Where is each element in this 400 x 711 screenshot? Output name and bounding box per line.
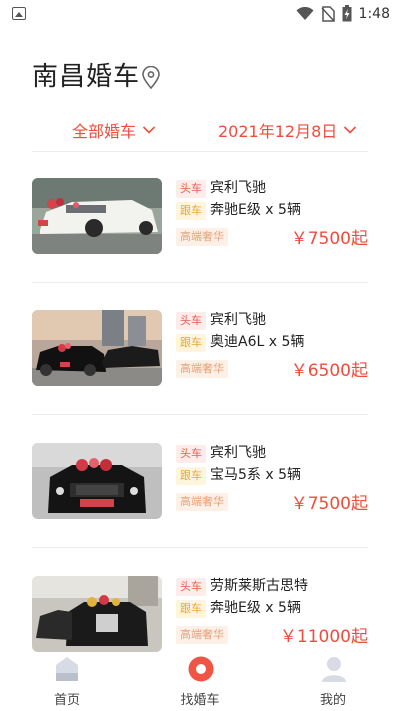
chevron-down-icon xyxy=(142,126,156,134)
car-listing-card[interactable]: 头车 宾利飞驰 跟车 奥迪A6L x 5辆 高端奢华 ￥6500起 xyxy=(32,310,368,386)
price: ￥7500起 xyxy=(290,229,368,249)
follow-car-name: 奔驰E级 x 5辆 xyxy=(210,202,301,218)
price: ￥6500起 xyxy=(290,361,368,381)
divider xyxy=(32,282,368,283)
tab-profile[interactable]: 我的 xyxy=(293,653,373,711)
level-tag: 高端奢华 xyxy=(176,626,228,644)
date-filter-label: 2021年12月8日 xyxy=(218,122,338,141)
head-car-name: 宾利飞驰 xyxy=(210,312,266,328)
follow-car-tag: 跟车 xyxy=(176,467,206,485)
level-tag: 高端奢华 xyxy=(176,228,228,246)
status-time: 1:48 xyxy=(358,5,390,22)
car-listing-card[interactable]: 头车 劳斯莱斯古思特 跟车 奔驰E级 x 5辆 高端奢华 ￥11000起 xyxy=(32,576,368,652)
follow-car-name: 奔驰E级 x 5辆 xyxy=(210,600,301,616)
location-pin-icon[interactable] xyxy=(141,66,161,90)
head-car-name: 宾利飞驰 xyxy=(210,445,266,461)
car-listing-card[interactable]: 头车 宾利飞驰 跟车 奔驰E级 x 5辆 高端奢华 ￥7500起 xyxy=(32,178,368,254)
price: ￥7500起 xyxy=(290,494,368,514)
head-car-tag: 头车 xyxy=(176,180,206,198)
home-icon xyxy=(56,657,78,681)
divider xyxy=(32,151,368,152)
no-sim-icon xyxy=(320,5,335,22)
head-car-tag: 头车 xyxy=(176,578,206,596)
page-title: 南昌婚车 xyxy=(32,62,141,92)
car-listing-card[interactable]: 头车 宾利飞驰 跟车 宝马5系 x 5辆 高端奢华 ￥7500起 xyxy=(32,443,368,519)
tab-find-car[interactable]: 找婚车 xyxy=(160,653,240,711)
level-tag: 高端奢华 xyxy=(176,360,228,378)
category-filter[interactable]: 全部婚车 xyxy=(72,118,156,142)
bottom-tab-bar: 首页 找婚车 我的 xyxy=(0,653,400,711)
car-photo xyxy=(32,443,162,519)
tab-home-label: 首页 xyxy=(53,693,80,708)
gallery-notification-icon xyxy=(12,7,26,20)
car-photo xyxy=(32,178,162,254)
find-car-icon xyxy=(188,656,214,682)
head-car-name: 宾利飞驰 xyxy=(210,180,266,196)
wifi-icon xyxy=(296,6,314,20)
follow-car-name: 宝马5系 x 5辆 xyxy=(210,467,301,483)
car-photo xyxy=(32,576,162,652)
head-car-name: 劳斯莱斯古思特 xyxy=(210,578,308,594)
battery-charging-icon xyxy=(342,5,352,22)
divider xyxy=(32,414,368,415)
category-filter-label: 全部婚车 xyxy=(72,122,137,141)
follow-car-tag: 跟车 xyxy=(176,600,206,618)
tab-find-car-label: 找婚车 xyxy=(180,693,220,708)
head-car-tag: 头车 xyxy=(176,445,206,463)
follow-car-name: 奥迪A6L x 5辆 xyxy=(210,334,305,350)
follow-car-tag: 跟车 xyxy=(176,334,206,352)
car-photo xyxy=(32,310,162,386)
status-bar: 1:48 xyxy=(0,0,400,28)
price: ￥11000起 xyxy=(279,627,368,647)
follow-car-tag: 跟车 xyxy=(176,202,206,220)
head-car-tag: 头车 xyxy=(176,312,206,330)
date-filter[interactable]: 2021年12月8日 xyxy=(218,118,357,142)
level-tag: 高端奢华 xyxy=(176,493,228,511)
divider xyxy=(32,547,368,548)
profile-icon xyxy=(322,657,346,682)
tab-profile-label: 我的 xyxy=(319,693,346,708)
chevron-down-icon xyxy=(344,126,357,134)
tab-home[interactable]: 首页 xyxy=(27,653,107,711)
